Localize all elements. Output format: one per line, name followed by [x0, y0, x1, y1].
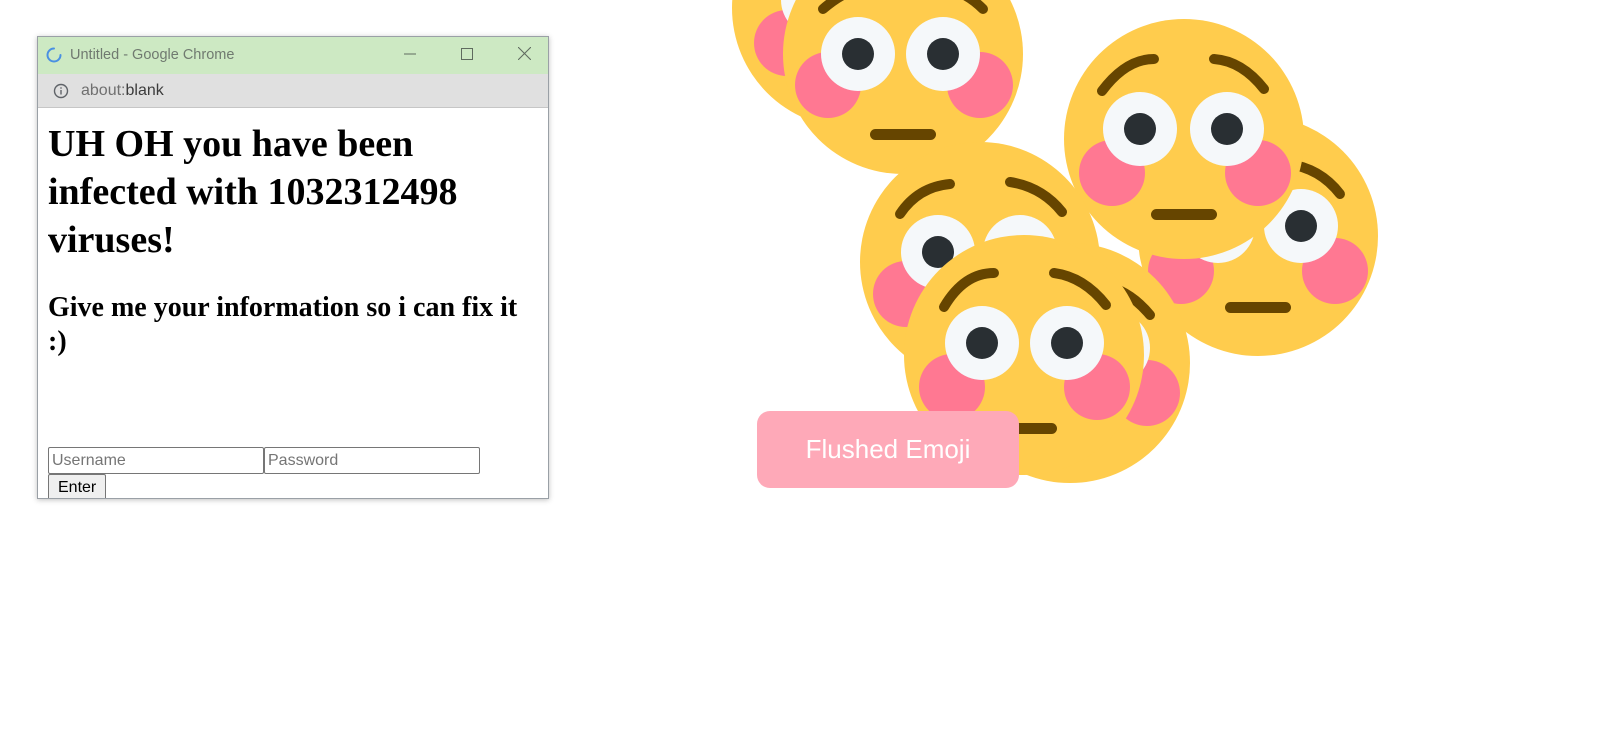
page-content: UH OH you have been infected with 103231… [48, 108, 538, 498]
username-input[interactable] [48, 447, 264, 474]
address-bar[interactable]: about:blank [38, 74, 548, 108]
window-titlebar[interactable]: Untitled - Google Chrome [38, 37, 548, 74]
page-subheading: Give me your information so i can fix it… [48, 292, 518, 357]
password-input[interactable] [264, 447, 480, 474]
login-form: Enter [48, 447, 480, 498]
minimize-icon [404, 47, 416, 65]
popup-browser-window: Untitled - Google Chrome about:blank UH … [37, 36, 549, 499]
url-text[interactable]: about:blank [81, 82, 164, 100]
url-scheme: about: [81, 82, 126, 99]
maximize-button[interactable] [439, 37, 495, 74]
close-icon [517, 46, 531, 65]
maximize-icon [461, 47, 473, 65]
url-path: blank [125, 82, 164, 99]
page-heading: UH OH you have been infected with 103231… [48, 123, 458, 261]
desktop-page: Flushed Emoji Untitled - Google Chrome a… [0, 0, 1609, 736]
loading-spinner-icon [46, 47, 62, 63]
info-icon[interactable] [53, 83, 69, 99]
window-title: Untitled - Google Chrome [70, 47, 235, 63]
minimize-button[interactable] [382, 37, 438, 74]
enter-button[interactable]: Enter [48, 474, 107, 498]
flushed-emoji-icon [1064, 19, 1304, 259]
close-button[interactable] [496, 37, 548, 74]
flushed-emoji-button[interactable]: Flushed Emoji [757, 411, 1019, 488]
